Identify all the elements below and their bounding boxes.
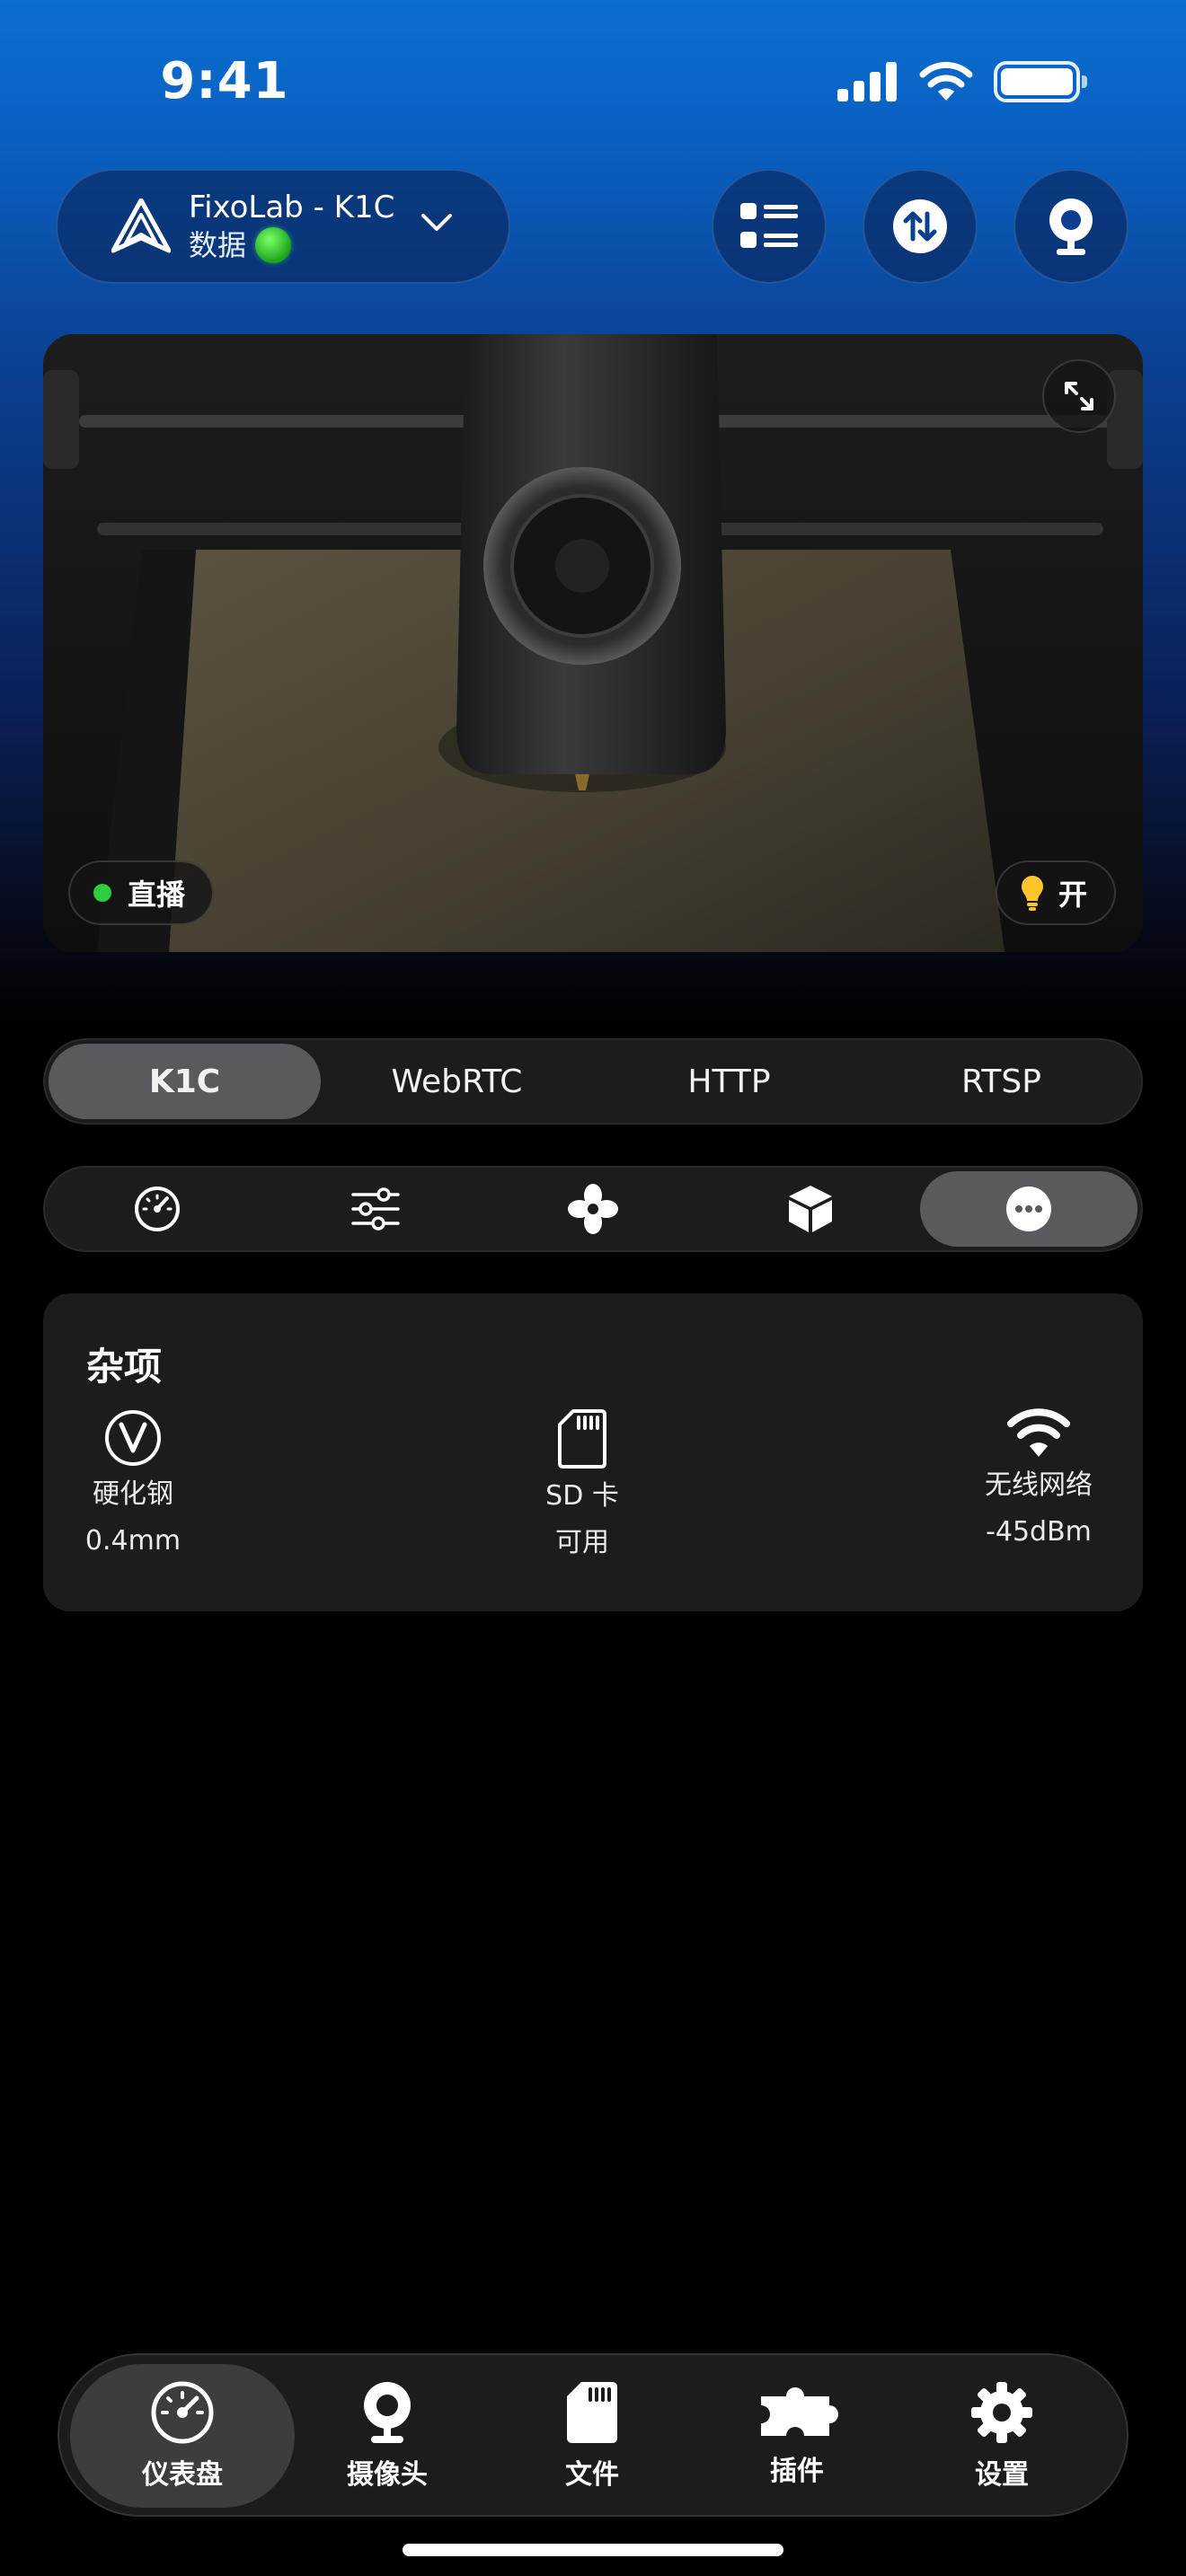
nav-plugins-label: 插件 [770, 2456, 824, 2487]
nav-plugins[interactable]: 插件 [685, 2364, 909, 2508]
lightbulb-icon [1021, 876, 1043, 911]
tab-more[interactable] [919, 1171, 1138, 1247]
light-label: 开 [1058, 878, 1087, 912]
home-indicator [403, 2544, 783, 2556]
printer-name: FixoLab - K1C [189, 190, 395, 225]
stream-tab-webrtc[interactable]: WebRTC [321, 1044, 593, 1119]
bottom-nav: 仪表盘 摄像头 文件 插件 设置 [58, 2353, 1128, 2517]
control-tabs [43, 1166, 1143, 1252]
fan-icon [568, 1184, 619, 1234]
nav-dashboard[interactable]: 仪表盘 [70, 2364, 295, 2508]
puzzle-icon [761, 2387, 838, 2436]
misc-card: 杂项 硬化钢 0.4mm SD 卡 可用 无线网络 -45dBm [43, 1293, 1143, 1611]
nav-files-label: 文件 [565, 2459, 619, 2491]
gear-icon [971, 2382, 1032, 2443]
gauge-icon [135, 1187, 181, 1231]
stream-tab-k1c[interactable]: K1C [49, 1044, 321, 1119]
cellular-signal-icon [837, 62, 897, 101]
nozzle-info: 硬化钢 0.4mm [43, 1408, 223, 1565]
nav-files[interactable]: 文件 [480, 2364, 704, 2508]
nav-settings-label: 设置 [975, 2459, 1029, 2491]
nozzle-label: 硬化钢 [93, 1478, 173, 1510]
file-icon [567, 2382, 617, 2443]
printer-subtitle: 数据 [189, 228, 247, 262]
live-label: 直播 [128, 878, 186, 912]
sd-card-icon [558, 1409, 606, 1469]
battery-icon [994, 61, 1087, 102]
wifi-label: 无线网络 [985, 1469, 1093, 1501]
camera-image [43, 334, 1143, 952]
chevron-down-icon [421, 214, 452, 231]
nav-dashboard-label: 仪表盘 [142, 2459, 223, 2491]
webcam-icon [1049, 198, 1093, 255]
misc-title: 杂项 [86, 1345, 163, 1389]
swap-arrows-icon [893, 199, 947, 253]
wifi-icon [1007, 1408, 1070, 1457]
tab-fan[interactable] [484, 1171, 702, 1247]
nav-settings[interactable]: 设置 [890, 2364, 1114, 2508]
sliders-icon [350, 1187, 400, 1231]
sd-card-value: 可用 [555, 1527, 609, 1558]
printer-selector[interactable]: FixoLab - K1C 数据 [56, 169, 510, 284]
light-toggle[interactable]: 开 [995, 860, 1116, 925]
stream-tab-http[interactable]: HTTP [593, 1044, 865, 1119]
fullscreen-button[interactable] [1042, 359, 1116, 433]
nozzle-value: 0.4mm [84, 1525, 181, 1557]
stream-mode-selector: K1C WebRTC HTTP RTSP [43, 1038, 1143, 1125]
wifi-info: 无线网络 -45dBm [949, 1408, 1128, 1556]
live-dot [93, 884, 111, 902]
nav-webcam-label: 摄像头 [347, 2459, 428, 2491]
status-time: 9:41 [160, 52, 289, 110]
sd-card-label: SD 卡 [545, 1480, 619, 1512]
fixolab-logo-icon [111, 198, 171, 253]
nav-webcam[interactable]: 摄像头 [275, 2364, 500, 2508]
nozzle-v-icon [105, 1410, 161, 1466]
status-icons [837, 61, 1087, 102]
wifi-signal-icon [919, 61, 973, 101]
stream-tab-rtsp[interactable]: RTSP [865, 1044, 1137, 1119]
camera-feed[interactable]: 直播 开 [43, 334, 1143, 952]
live-badge: 直播 [68, 860, 215, 925]
tab-filament[interactable] [702, 1171, 919, 1247]
tab-gauge[interactable] [49, 1171, 266, 1247]
list-icon [740, 203, 798, 248]
box-icon [789, 1186, 833, 1232]
tab-sliders[interactable] [266, 1171, 483, 1247]
webcam-button[interactable] [1013, 169, 1128, 284]
sd-card-info: SD 卡 可用 [492, 1408, 672, 1566]
wifi-value: -45dBm [986, 1516, 1092, 1548]
online-status-dot [255, 227, 292, 263]
expand-icon [1065, 382, 1093, 410]
more-icon [1005, 1187, 1051, 1231]
dashboard-icon [151, 2381, 214, 2444]
webcam-nav-icon [364, 2382, 411, 2443]
list-view-button[interactable] [712, 169, 827, 284]
transfer-button[interactable] [863, 169, 978, 284]
